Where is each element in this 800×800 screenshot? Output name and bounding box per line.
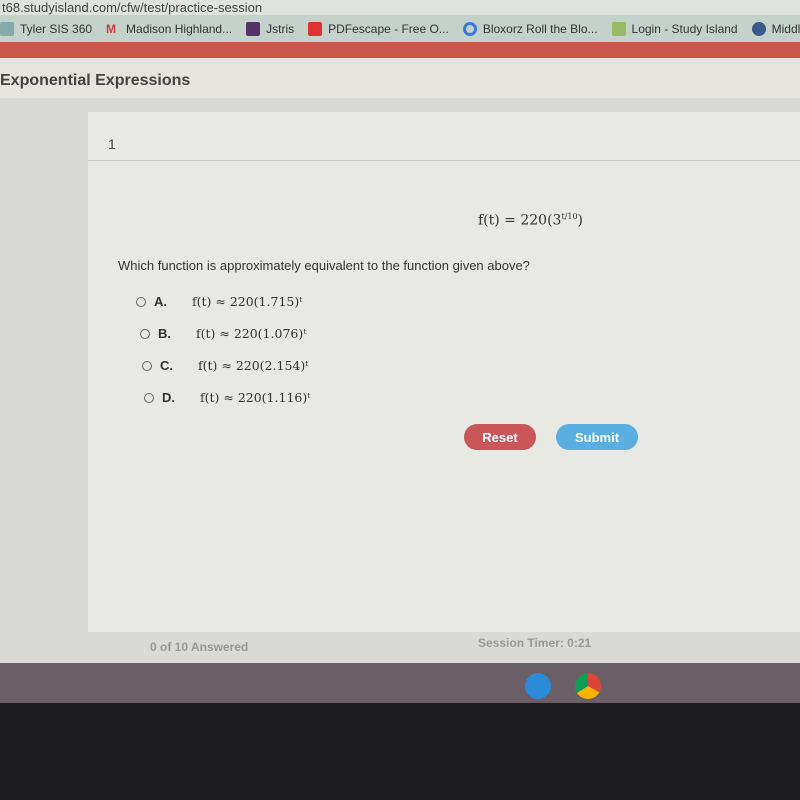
option-a[interactable]: A. f(t) ≈ 220(1.715)ᵗ [136,294,302,309]
radio-button[interactable] [140,328,150,339]
option-text: f(t) ≈ 220(2.154)ᵗ [198,358,309,373]
equation-exponent: t/10 [561,212,578,221]
page-body: 1 f(t) = 220(3t/10) Which function is ap… [0,98,800,663]
reset-button[interactable]: Reset [464,424,536,450]
bookmark-label: Jstris [266,21,295,36]
question-panel: 1 f(t) = 220(3t/10) Which function is ap… [88,112,800,632]
option-c[interactable]: C. f(t) ≈ 220(2.154)ᵗ [142,358,308,373]
bookmark-label: Login - Study Island [631,21,738,36]
option-b[interactable]: B. f(t) ≈ 220(1.076)ᵗ [140,326,306,341]
bookmark-label: PDFescape - Free O... [328,21,449,36]
answered-count: 0 of 10 Answered [150,640,249,654]
page-header: Exponential Expressions [0,58,800,98]
jstris-icon [246,21,261,36]
address-bar[interactable]: t68.studyisland.com/cfw/test/practice-se… [0,0,800,15]
equation-base: f(t) = 220(3 [478,212,562,229]
bookmark-label: Tyler SIS 360 [20,21,93,36]
bookmark-label: Madison Highland... [126,21,233,36]
chrome-icon[interactable] [575,673,601,699]
page-title: Exponential Expressions [0,72,191,89]
url-text: t68.studyisland.com/cfw/test/practice-se… [2,0,263,15]
option-letter: B. [158,326,171,341]
submit-button[interactable]: Submit [556,424,638,450]
studyisland-icon [611,21,626,36]
bookmark-study-island[interactable]: Login - Study Island [611,21,738,36]
option-letter: C. [160,358,173,373]
pdf-icon [308,21,323,36]
bookmark-bloxorz[interactable]: Bloxorz Roll the Blo... [462,21,598,36]
session-timer: Session Timer: 0:21 [478,636,592,650]
header-stripe [0,42,800,58]
equation-close: ) [577,212,584,229]
radio-button[interactable] [144,392,154,403]
radio-button[interactable] [136,296,146,307]
option-text: f(t) ≈ 220(1.715)ᵗ [192,294,303,309]
question-number: 1 [108,136,116,152]
meet-icon[interactable] [525,673,551,699]
bookmark-madison[interactable]: M Madison Highland... [106,22,232,36]
option-text: f(t) ≈ 220(1.076)ᵗ [196,326,307,341]
given-function: f(t) = 220(3t/10) [478,212,583,229]
bookmark-label: Bloxorz Roll the Blo... [482,21,598,36]
bookmark-middlebury[interactable]: Middlebur [751,21,800,36]
radio-button[interactable] [142,360,152,371]
taskbar [0,663,800,703]
bookmark-label: Middlebur [771,21,800,36]
sis-icon [0,21,14,36]
gmail-icon: M [106,21,117,36]
bookmark-jstris[interactable]: Jstris [246,21,295,36]
bookmarks-bar: Tyler SIS 360 M Madison Highland... Jstri… [0,15,800,42]
question-prompt: Which function is approximately equivale… [118,258,530,273]
google-icon [462,21,477,36]
chat-icon [751,21,766,36]
option-letter: D. [162,390,175,405]
divider [88,160,800,161]
bookmark-tyler-sis[interactable]: Tyler SIS 360 [0,21,93,36]
option-d[interactable]: D. f(t) ≈ 220(1.116)ᵗ [144,390,310,405]
option-letter: A. [154,294,167,309]
option-text: f(t) ≈ 220(1.116)ᵗ [200,390,311,405]
bookmark-pdfescape[interactable]: PDFescape - Free O... [308,21,449,36]
